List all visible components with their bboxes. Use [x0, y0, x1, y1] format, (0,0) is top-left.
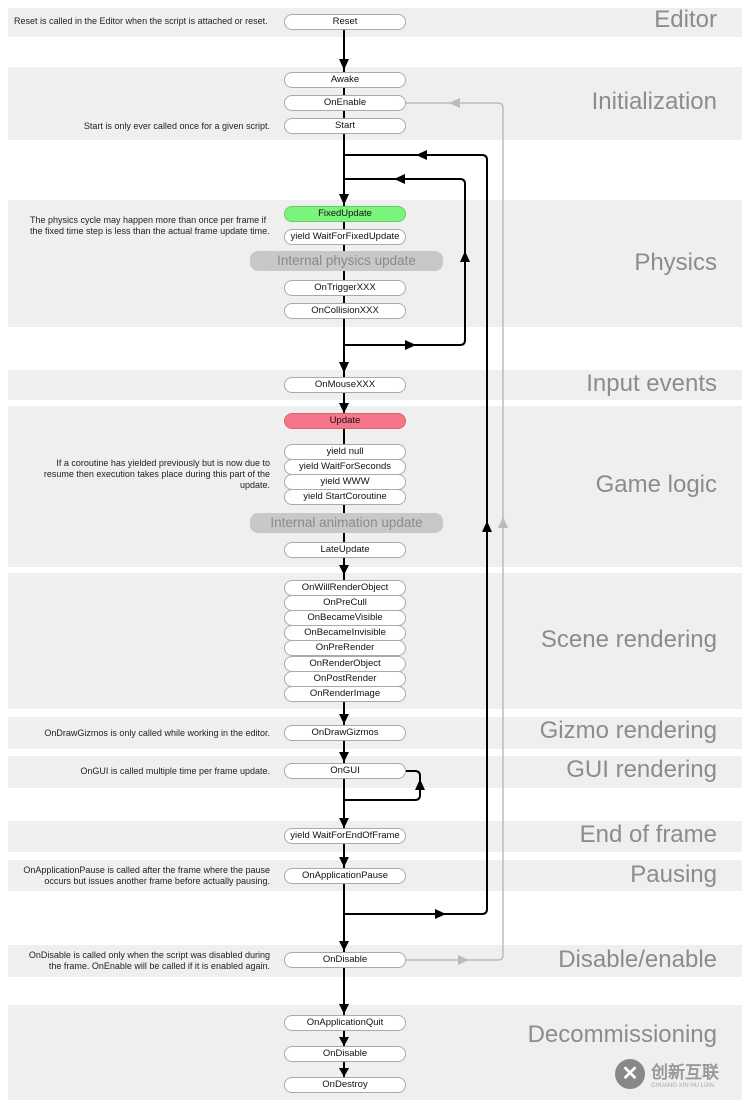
arrow-down-icon — [339, 1004, 349, 1014]
lifecycle-node-update: Update — [284, 413, 406, 429]
lifecycle-node-oncollisionxxx: OnCollisionXXX — [284, 303, 406, 319]
arrow-down-icon — [339, 1037, 349, 1046]
watermark-text: 创新互联 CHUANG XIN HU LIAN — [651, 1063, 719, 1089]
arrow-down-icon — [339, 59, 349, 70]
lifecycle-node-onpostrender: OnPostRender — [284, 671, 406, 687]
lifecycle-node-onapplicationpause: OnApplicationPause — [284, 868, 406, 884]
lifecycle-node-awake: Awake — [284, 72, 406, 88]
lifecycle-node-yield-null: yield null — [284, 444, 406, 460]
lifecycle-node-ondestroy: OnDestroy — [284, 1077, 406, 1093]
lifecycle-node-onprerender: OnPreRender — [284, 640, 406, 656]
lifecycle-node-yield-www: yield WWW — [284, 474, 406, 490]
lifecycle-node-ontriggerxxx: OnTriggerXXX — [284, 280, 406, 296]
watermark-logo: ✕ 创新互联 CHUANG XIN HU LIAN — [615, 1058, 719, 1089]
arrow-down-icon — [339, 403, 349, 413]
arrow-left-icon — [416, 150, 427, 160]
arrow-down-icon — [339, 818, 349, 828]
lifecycle-node-yield-waitforseconds: yield WaitForSeconds — [284, 459, 406, 475]
lifecycle-node-lateupdate: LateUpdate — [284, 542, 406, 558]
internal-step: Internal physics update — [250, 251, 443, 271]
arrow-left-icon — [394, 174, 405, 184]
lifecycle-node-onbecamevisible: OnBecameVisible — [284, 610, 406, 626]
watermark-icon: ✕ — [615, 1058, 645, 1089]
arrow-right-icon — [435, 909, 446, 919]
arrow-down-icon — [339, 362, 349, 373]
lifecycle-node-onmousexxx: OnMouseXXX — [284, 377, 406, 393]
lifecycle-diagram: Reset Awake OnEnable Start FixedUpdate yield … — [0, 0, 750, 1105]
lifecycle-node-onprecull: OnPreCull — [284, 595, 406, 611]
arrow-up-icon — [415, 779, 425, 790]
lifecycle-node-onapplicationquit: OnApplicationQuit — [284, 1015, 406, 1031]
arrow-down-icon — [339, 941, 349, 951]
lifecycle-node-ondisable: OnDisable — [284, 1046, 406, 1062]
arrow-up-icon — [482, 521, 492, 532]
arrow-down-icon — [339, 194, 349, 205]
lifecycle-node-ondrawgizmos: OnDrawGizmos — [284, 725, 406, 741]
lifecycle-node-reset: Reset — [284, 14, 406, 30]
arrow-down-icon — [339, 752, 349, 762]
internal-step: Internal animation update — [250, 513, 443, 533]
arrow-down-icon — [339, 714, 349, 724]
lifecycle-node-onwillrenderobject: OnWillRenderObject — [284, 580, 406, 596]
arrow-down-icon — [339, 565, 349, 575]
lifecycle-node-onrenderobject: OnRenderObject — [284, 656, 406, 672]
arrow-down-icon — [339, 1068, 349, 1077]
arrow-down-icon — [339, 857, 349, 867]
lifecycle-node-yield-waitforfixedupdate: yield WaitForFixedUpdate — [284, 229, 406, 245]
lifecycle-node-fixedupdate: FixedUpdate — [284, 206, 406, 222]
arrow-right-icon — [405, 340, 416, 350]
arrow-up-icon — [498, 517, 508, 528]
lifecycle-node-ondisable: OnDisable — [284, 952, 406, 968]
lifecycle-node-onbecameinvisible: OnBecameInvisible — [284, 625, 406, 641]
arrow-left-icon — [449, 98, 460, 108]
arrow-right-icon — [458, 955, 469, 965]
arrow-up-icon — [460, 251, 470, 262]
lifecycle-node-yield-startcoroutine: yield StartCoroutine — [284, 489, 406, 505]
lifecycle-node-onenable: OnEnable — [284, 95, 406, 111]
lifecycle-node-ongui: OnGUI — [284, 763, 406, 779]
lifecycle-node-yield-waitforendofframe: yield WaitForEndOfFrame — [284, 828, 406, 844]
lifecycle-node-start: Start — [284, 118, 406, 134]
lifecycle-node-onrenderimage: OnRenderImage — [284, 686, 406, 702]
